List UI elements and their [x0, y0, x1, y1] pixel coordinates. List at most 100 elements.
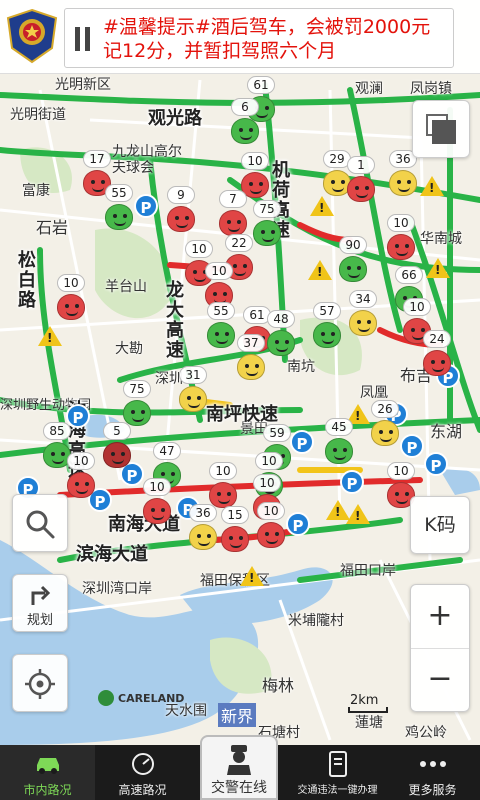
place-label: 福田口岸: [340, 563, 396, 579]
speedometer-icon: [131, 753, 154, 775]
traffic-count: 5: [103, 422, 131, 440]
traffic-count: 34: [349, 290, 377, 308]
traffic-marker[interactable]: 34: [346, 290, 380, 340]
traffic-marker[interactable]: 31: [176, 366, 210, 416]
locate-button[interactable]: [12, 654, 68, 712]
place-label: 东湖: [430, 422, 463, 441]
traffic-count: 31: [179, 366, 207, 384]
locate-icon: [25, 669, 55, 699]
traffic-marker[interactable]: 9: [164, 186, 198, 236]
traffic-count: 10: [241, 152, 269, 170]
parking-icon[interactable]: P: [400, 434, 424, 458]
traffic-marker[interactable]: 48: [264, 310, 298, 360]
tab-more-services[interactable]: 更多服务: [385, 745, 480, 800]
place-label: 深圳湾口岸: [82, 581, 152, 597]
mood-face-icon: [371, 420, 399, 446]
traffic-count: 57: [313, 302, 341, 320]
parking-icon[interactable]: P: [424, 452, 448, 476]
notice-box[interactable]: #温馨提示#酒后驾车，会被罚2000元记12分，并暂扣驾照六个月: [64, 8, 454, 68]
road-label: 滨海大道: [76, 544, 148, 565]
car-icon: [36, 758, 59, 774]
place-label: 观澜: [355, 81, 383, 97]
traffic-marker[interactable]: 37: [234, 334, 268, 384]
map-scale: 2km: [348, 693, 388, 713]
traffic-count: 45: [325, 418, 353, 436]
k-code-button[interactable]: K码: [410, 496, 470, 554]
traffic-count: 10: [205, 262, 233, 280]
warning-icon[interactable]: [346, 504, 370, 524]
traffic-marker[interactable]: 24: [420, 330, 454, 380]
place-label: 羊台山: [105, 279, 147, 295]
mood-face-icon: [67, 472, 95, 498]
more-dots-icon: [419, 761, 446, 767]
traffic-marker[interactable]: 6: [228, 98, 262, 148]
road-label: 龙大高速: [163, 280, 184, 360]
traffic-count: 17: [83, 150, 111, 168]
police-badge-icon: [6, 8, 58, 64]
mood-face-icon: [219, 210, 247, 236]
turn-arrow-icon: [31, 585, 51, 605]
warning-icon[interactable]: [240, 566, 264, 586]
search-button[interactable]: [12, 494, 68, 552]
traffic-marker[interactable]: 10: [254, 502, 288, 552]
traffic-marker[interactable]: 5: [100, 422, 134, 472]
traffic-marker[interactable]: 10: [54, 274, 88, 324]
place-label: 石岩: [36, 218, 69, 237]
warning-icon[interactable]: [426, 258, 450, 278]
mood-face-icon: [347, 176, 375, 202]
place-label: 鸡公岭: [405, 725, 447, 741]
pause-icon[interactable]: [75, 27, 91, 51]
traffic-marker[interactable]: 45: [322, 418, 356, 468]
place-label: 梅林: [262, 676, 295, 695]
traffic-map[interactable]: 光明新区 光明街道 观澜 凤岗镇 九龙山高尔夫球会 富康 石岩 华南城 羊台山 …: [0, 0, 480, 745]
police-officer-icon: [227, 745, 251, 775]
traffic-marker[interactable]: 10: [64, 452, 98, 502]
traffic-marker[interactable]: 26: [368, 400, 402, 450]
traffic-marker[interactable]: 55: [102, 184, 136, 234]
warning-icon[interactable]: [420, 176, 444, 196]
traffic-count: 26: [371, 400, 399, 418]
traffic-marker[interactable]: 57: [310, 302, 344, 352]
parking-icon[interactable]: P: [286, 512, 310, 536]
zoom-out-button[interactable]: −: [411, 649, 469, 711]
road-label: 南坪快速: [206, 404, 278, 425]
traffic-marker[interactable]: 10: [140, 478, 174, 528]
parking-icon[interactable]: P: [134, 194, 158, 218]
route-plan-button[interactable]: 规划: [12, 574, 68, 632]
mood-face-icon: [105, 204, 133, 230]
layers-button[interactable]: [412, 100, 470, 158]
place-label: 新界: [218, 703, 257, 727]
traffic-marker[interactable]: 7: [216, 190, 250, 240]
warning-icon[interactable]: [308, 260, 332, 280]
mood-face-icon: [389, 170, 417, 196]
traffic-count: 15: [221, 506, 249, 524]
tab-police-online[interactable]: 交警在线: [200, 735, 278, 800]
mood-face-icon: [143, 498, 171, 524]
traffic-count: 10: [255, 452, 283, 470]
careland-logo-mark: [98, 690, 114, 706]
traffic-count: 37: [237, 334, 265, 352]
tab-violation[interactable]: 交通违法一键办理: [290, 745, 385, 800]
traffic-count: 10: [185, 240, 213, 258]
mood-face-icon: [253, 220, 281, 246]
traffic-marker[interactable]: 36: [186, 504, 220, 554]
traffic-marker[interactable]: 90: [336, 236, 370, 286]
traffic-marker[interactable]: 1: [344, 156, 378, 206]
traffic-count: 10: [387, 214, 415, 232]
traffic-marker[interactable]: 55: [204, 302, 238, 352]
tab-label: 交警在线: [211, 780, 267, 796]
traffic-marker[interactable]: 10: [384, 214, 418, 264]
traffic-count: 9: [167, 186, 195, 204]
mood-face-icon: [179, 386, 207, 412]
traffic-count: 66: [395, 266, 423, 284]
zoom-in-button[interactable]: +: [411, 585, 469, 649]
mood-face-icon: [221, 526, 249, 552]
parking-icon[interactable]: P: [340, 470, 364, 494]
tab-highway-traffic[interactable]: 高速路况: [95, 745, 190, 800]
tab-label: 更多服务: [408, 783, 457, 797]
traffic-marker[interactable]: 15: [218, 506, 252, 556]
tab-city-traffic[interactable]: 市内路况: [0, 745, 95, 800]
warning-icon[interactable]: [38, 326, 62, 346]
traffic-count: 47: [153, 442, 181, 460]
traffic-count: 55: [207, 302, 235, 320]
